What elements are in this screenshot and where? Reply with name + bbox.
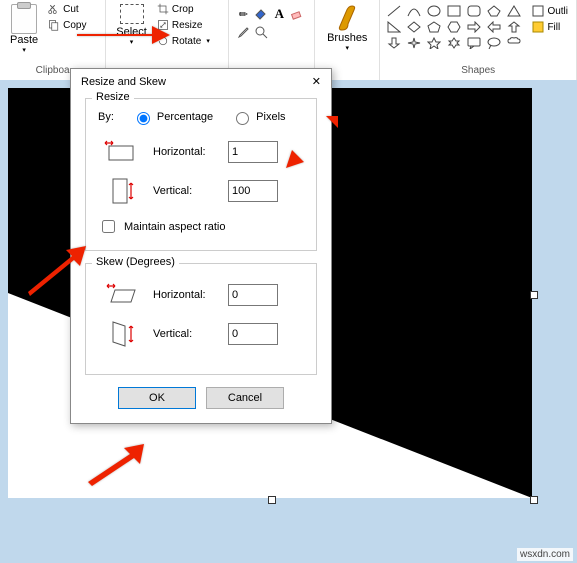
shape-roundrect[interactable] bbox=[466, 4, 482, 18]
copy-icon bbox=[48, 19, 60, 31]
resize-vertical-label: Vertical: bbox=[153, 185, 218, 197]
resize-handle-right[interactable] bbox=[530, 291, 538, 299]
resize-handle-bottom[interactable] bbox=[268, 496, 276, 504]
resize-legend: Resize bbox=[92, 91, 134, 103]
shape-rect[interactable] bbox=[446, 4, 462, 18]
magnifier-icon[interactable] bbox=[253, 24, 269, 40]
group-title-shapes: Shapes bbox=[386, 63, 570, 78]
group-shapes: Outli Fill Shapes bbox=[380, 0, 577, 80]
shape-callout-oval[interactable] bbox=[486, 36, 502, 50]
pencil-icon[interactable]: ✏ bbox=[235, 6, 251, 22]
shape-curve[interactable] bbox=[406, 4, 422, 18]
annotation-arrow-ok bbox=[82, 440, 152, 493]
shape-arrow-up[interactable] bbox=[506, 20, 522, 34]
skew-legend: Skew (Degrees) bbox=[92, 256, 179, 268]
shapes-gallery[interactable] bbox=[386, 2, 524, 50]
annotation-arrow-resize bbox=[72, 20, 172, 53]
annotation-arrow-pixels bbox=[280, 116, 340, 179]
skew-horizontal-input[interactable] bbox=[228, 284, 278, 306]
skew-horizontal-label: Horizontal: bbox=[153, 289, 218, 301]
crop-button[interactable]: Crop bbox=[155, 2, 212, 16]
eraser-icon[interactable] bbox=[289, 6, 305, 22]
skew-horizontal-icon bbox=[98, 282, 143, 308]
shape-oval[interactable] bbox=[426, 4, 442, 18]
clipboard-icon bbox=[11, 4, 37, 34]
maintain-aspect-label: Maintain aspect ratio bbox=[124, 221, 226, 233]
shape-diamond[interactable] bbox=[406, 20, 422, 34]
paste-button[interactable]: Paste ▾ bbox=[6, 2, 42, 56]
outline-icon bbox=[532, 5, 544, 17]
percentage-radio[interactable]: Percentage bbox=[132, 109, 213, 125]
ok-button[interactable]: OK bbox=[118, 387, 196, 409]
resize-handle-corner[interactable] bbox=[530, 496, 538, 504]
brushes-button[interactable]: Brushes ▾ bbox=[321, 2, 373, 54]
dialog-title: Resize and Skew bbox=[81, 76, 166, 88]
shape-callout-cloud[interactable] bbox=[506, 36, 522, 50]
eyedropper-icon[interactable] bbox=[235, 24, 251, 40]
resize-horizontal-label: Horizontal: bbox=[153, 146, 218, 158]
shape-polygon[interactable] bbox=[486, 4, 502, 18]
shape-star4[interactable] bbox=[406, 36, 422, 50]
brush-icon bbox=[334, 4, 360, 32]
shape-star5[interactable] bbox=[426, 36, 442, 50]
scissors-icon bbox=[48, 3, 60, 15]
skew-section: Skew (Degrees) Horizontal: Vertical: bbox=[85, 263, 317, 375]
skew-vertical-label: Vertical: bbox=[153, 328, 218, 340]
shape-line[interactable] bbox=[386, 4, 402, 18]
fill-icon[interactable] bbox=[253, 6, 269, 22]
crop-icon bbox=[157, 3, 169, 15]
pixels-radio[interactable]: Pixels bbox=[231, 109, 285, 125]
shape-rtriangle[interactable] bbox=[386, 20, 402, 34]
shape-pentagon[interactable] bbox=[426, 20, 442, 34]
shape-arrow-down[interactable] bbox=[386, 36, 402, 50]
dropdown-arrow-icon: ▾ bbox=[22, 46, 26, 54]
resize-vertical-input[interactable] bbox=[228, 180, 278, 202]
close-button[interactable]: ✕ bbox=[312, 75, 321, 88]
shape-callout-rect[interactable] bbox=[466, 36, 482, 50]
skew-vertical-input[interactable] bbox=[228, 323, 278, 345]
shape-arrow-left[interactable] bbox=[486, 20, 502, 34]
by-label: By: bbox=[98, 111, 114, 123]
resize-horizontal-input[interactable] bbox=[228, 141, 278, 163]
shape-outline-button[interactable]: Outli bbox=[530, 4, 570, 18]
shape-arrow-right[interactable] bbox=[466, 20, 482, 34]
resize-vertical-icon bbox=[98, 175, 143, 207]
text-icon[interactable]: A bbox=[271, 6, 287, 22]
watermark: wsxdn.com bbox=[517, 548, 573, 561]
skew-vertical-icon bbox=[98, 318, 143, 350]
annotation-arrow-checkbox bbox=[20, 240, 90, 303]
shape-hexagon[interactable] bbox=[446, 20, 462, 34]
paste-label: Paste bbox=[10, 34, 38, 46]
shape-star6[interactable] bbox=[446, 36, 462, 50]
resize-horizontal-icon bbox=[98, 139, 143, 165]
shape-triangle[interactable] bbox=[506, 4, 522, 18]
cut-button[interactable]: Cut bbox=[46, 2, 88, 16]
maintain-aspect-checkbox[interactable] bbox=[102, 220, 115, 233]
fill-bucket-icon bbox=[532, 21, 544, 33]
shape-fill-button[interactable]: Fill bbox=[530, 20, 570, 34]
cancel-button[interactable]: Cancel bbox=[206, 387, 284, 409]
